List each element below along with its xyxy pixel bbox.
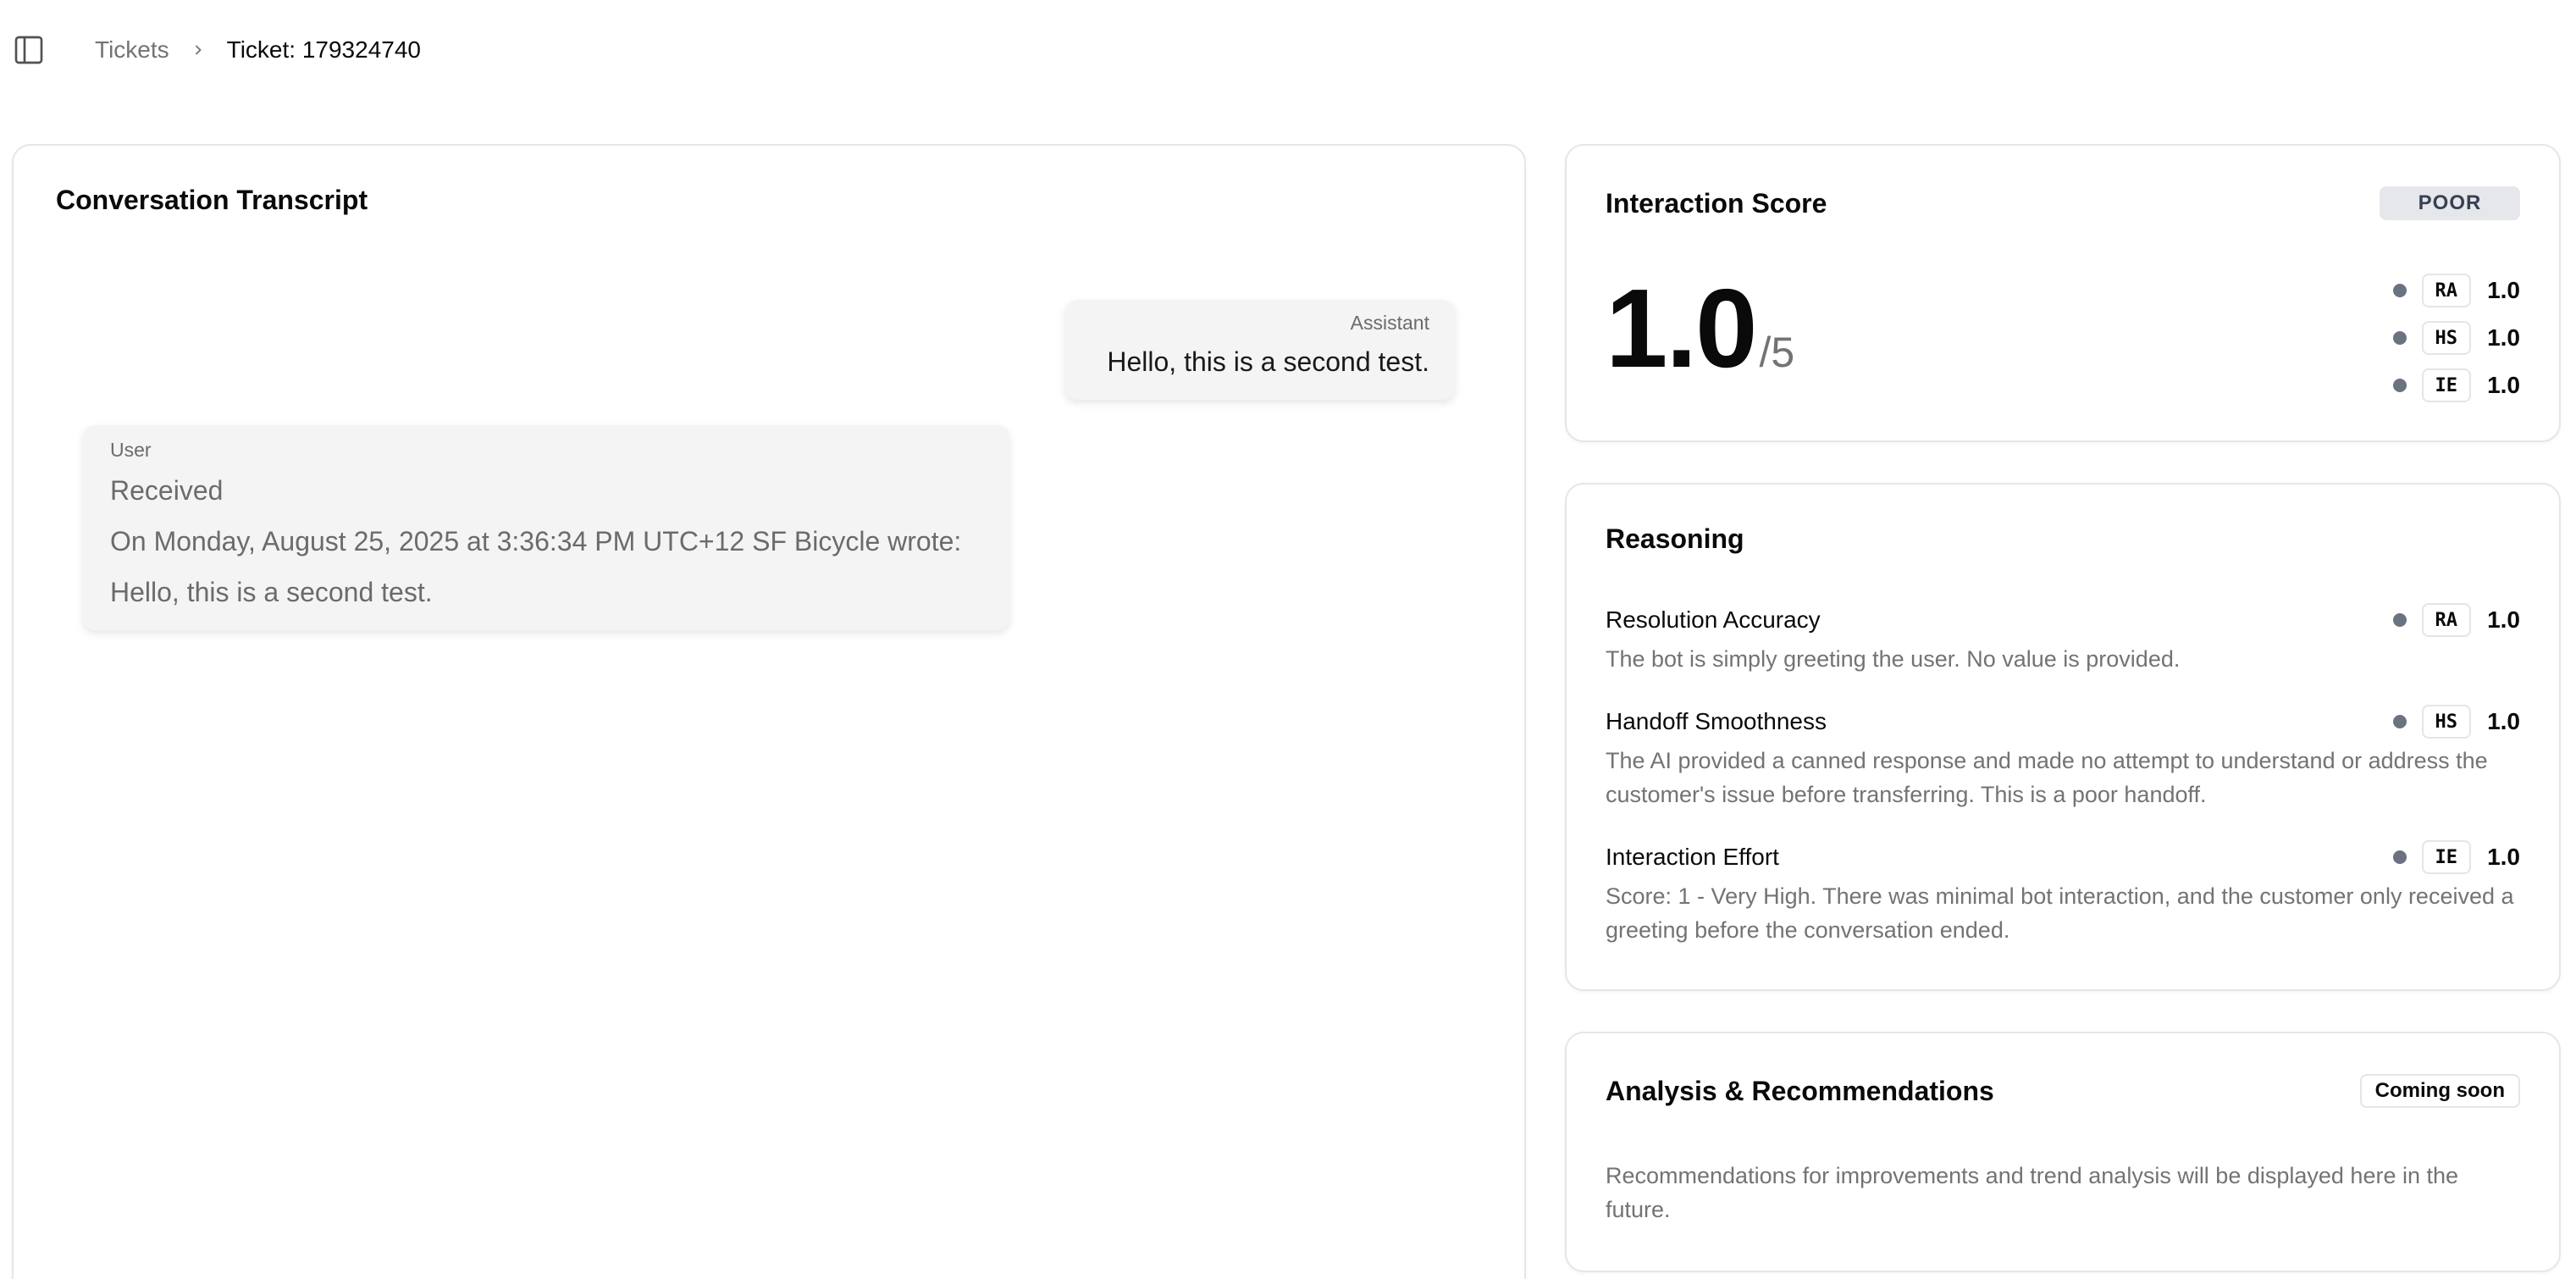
message-line: Hello, this is a second test. bbox=[110, 577, 433, 607]
dot-icon bbox=[2392, 715, 2407, 728]
reasoning-item-name: Interaction Effort bbox=[1606, 844, 1779, 870]
reasoning-item-text: The AI provided a canned response and ma… bbox=[1606, 748, 2488, 807]
top-bar: Tickets Ticket: 179324740 bbox=[10, 29, 421, 71]
analysis-title: Analysis & Recommendations bbox=[1606, 1076, 1994, 1106]
breadcrumb: Tickets Ticket: 179324740 bbox=[95, 36, 421, 64]
breadcrumb-current-ticket: Ticket: 179324740 bbox=[226, 36, 421, 63]
transcript-title: Conversation Transcript bbox=[56, 185, 368, 215]
reasoning-item-interaction-effort: Interaction Effort IE 1.0 Score: 1 - Ver… bbox=[1606, 840, 2520, 947]
status-badge: POOR bbox=[2380, 186, 2520, 220]
metric-value: 1.0 bbox=[2487, 708, 2520, 734]
ticket-page: Tickets Ticket: 179324740 Conversation T… bbox=[0, 0, 2576, 1279]
metric-code-chip: RA bbox=[2421, 274, 2471, 307]
metric-value: 1.0 bbox=[2487, 324, 2520, 351]
score-title: Interaction Score bbox=[1606, 188, 1827, 219]
metric-code-chip: RA bbox=[2421, 603, 2471, 637]
metric-code-chip: HS bbox=[2421, 705, 2471, 739]
message-role: Assistant bbox=[1350, 312, 1429, 334]
coming-soon-badge: Coming soon bbox=[2359, 1074, 2520, 1108]
message-text: Hello, this is a second test. bbox=[1107, 346, 1429, 377]
dot-icon bbox=[2392, 331, 2407, 345]
metric-row-ie: IE 1.0 bbox=[2392, 368, 2520, 402]
score-out-of: /5 bbox=[1759, 329, 1795, 376]
assistant-message-bubble: Assistant Hello, this is a second test. bbox=[1065, 300, 1455, 400]
score-value: 1.0 bbox=[1606, 266, 1757, 390]
metric-value: 1.0 bbox=[2487, 844, 2520, 870]
reasoning-item-resolution-accuracy: Resolution Accuracy RA 1.0 The bot is si… bbox=[1606, 603, 2520, 676]
metric-code-chip: HS bbox=[2421, 321, 2471, 355]
analysis-text: Recommendations for improvements and tre… bbox=[1606, 1163, 2459, 1222]
reasoning-item-name: Handoff Smoothness bbox=[1606, 708, 1827, 734]
analysis-recommendations-card: Analysis & Recommendations Coming soon R… bbox=[1565, 1032, 2561, 1272]
sidebar-toggle-button[interactable] bbox=[10, 31, 47, 69]
breadcrumb-tickets-link[interactable]: Tickets bbox=[95, 36, 169, 64]
reasoning-item-metric: IE 1.0 bbox=[2392, 840, 2520, 874]
reasoning-item-metric: RA 1.0 bbox=[2392, 603, 2520, 637]
metric-row-hs: HS 1.0 bbox=[2392, 321, 2520, 355]
metric-code-chip: IE bbox=[2421, 840, 2471, 874]
reasoning-item-handoff-smoothness: Handoff Smoothness HS 1.0 The AI provide… bbox=[1606, 705, 2520, 811]
dot-icon bbox=[2392, 850, 2407, 864]
metric-value: 1.0 bbox=[2487, 372, 2520, 398]
reasoning-item-name: Resolution Accuracy bbox=[1606, 606, 1821, 633]
metric-row-ra: RA 1.0 bbox=[2392, 274, 2520, 307]
overall-score: 1.0 /5 bbox=[1606, 273, 1794, 385]
dot-icon bbox=[2392, 613, 2407, 627]
user-message-bubble: User Received On Monday, August 25, 2025… bbox=[83, 425, 1009, 630]
reasoning-item-text: Score: 1 - Very High. There was minimal … bbox=[1606, 883, 2514, 943]
conversation-transcript-card: Conversation Transcript Assistant Hello,… bbox=[12, 144, 1526, 1279]
message-line: On Monday, August 25, 2025 at 3:36:34 PM… bbox=[110, 526, 962, 556]
reasoning-item-metric: HS 1.0 bbox=[2392, 705, 2520, 739]
reasoning-item-text: The bot is simply greeting the user. No … bbox=[1606, 646, 2181, 672]
sidebar-toggle-icon bbox=[14, 36, 43, 64]
message-role: User bbox=[110, 439, 152, 461]
metric-value: 1.0 bbox=[2487, 277, 2520, 303]
interaction-score-card: Interaction Score POOR 1.0 /5 RA 1.0 HS … bbox=[1565, 144, 2561, 442]
chevron-right-icon bbox=[190, 42, 207, 58]
message-line: Received bbox=[110, 475, 224, 506]
metric-code-chip: IE bbox=[2421, 368, 2471, 402]
reasoning-title: Reasoning bbox=[1606, 523, 1744, 554]
metric-value: 1.0 bbox=[2487, 606, 2520, 633]
reasoning-card: Reasoning Resolution Accuracy RA 1.0 The… bbox=[1565, 483, 2561, 991]
dot-icon bbox=[2392, 284, 2407, 297]
dot-icon bbox=[2392, 379, 2407, 392]
